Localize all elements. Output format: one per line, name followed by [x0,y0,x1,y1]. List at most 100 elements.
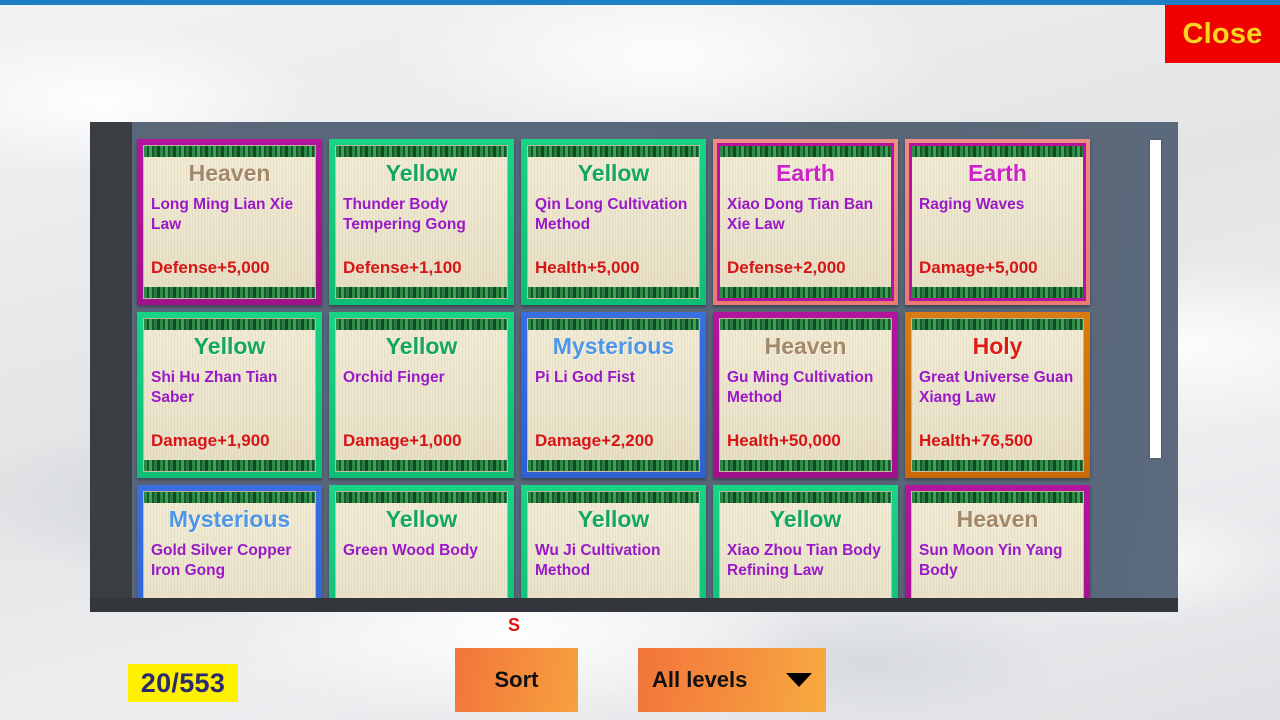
skill-card-body: Yellow Green Wood Body [335,491,508,612]
skill-card[interactable]: Heaven Gu Ming Cultivation Method Health+5… [713,312,898,478]
chevron-down-icon [786,673,812,687]
ornament-band-bottom [720,460,891,471]
skill-card-rarity: Yellow [577,160,650,186]
skill-card-stat: Damage+1,900 [151,431,270,450]
skill-card-rarity: Earth [776,160,835,186]
skill-card-grid: Heaven Long Ming Lian Xie Law Defense+5,00… [137,139,1137,612]
skill-card-body: Yellow Wu Ji Cultivation Method [527,491,700,612]
skill-card-rarity: Heaven [956,506,1039,532]
skill-card-body: Earth Xiao Dong Tian Ban Xie Law Defense+2… [717,143,894,301]
ornament-band-top [336,492,507,503]
ornament-band-top [720,319,891,330]
ornament-band-bottom [528,287,699,298]
panel-bottom-edge [90,598,1178,612]
skill-card-body: Mysterious Pi Li God Fist Damage+2,200 [527,318,700,472]
sort-button[interactable]: Sort [455,648,578,712]
ornament-band-bottom [720,287,891,298]
skill-card-rarity: Mysterious [168,506,291,532]
level-filter-value: All levels [652,667,748,692]
sort-indicator-label: S [508,615,521,635]
skill-card-rarity: Earth [968,160,1027,186]
skill-card-slot: Yellow Thunder Body Tempering Gong Defense… [329,139,521,312]
close-button-label: Close [1182,17,1263,50]
ornament-band-bottom [336,460,507,471]
ornament-band-bottom [912,460,1083,471]
ornament-band-top [528,492,699,503]
skill-card-body: Holy Great Universe Guan Xiang Law Health+… [911,318,1084,472]
skill-card-slot: Yellow Qin Long Cultivation Method Health+… [521,139,713,312]
skill-card-name: Great Universe Guan Xiang Law [919,369,1074,406]
skill-card-slot: Mysterious Pi Li God Fist Damage+2,200 [521,312,713,485]
skill-card-stat: Damage+2,200 [535,431,654,450]
skill-card[interactable]: Yellow Qin Long Cultivation Method Health+… [521,139,706,305]
skill-card-rarity: Heaven [188,160,271,186]
skill-card[interactable]: Holy Great Universe Guan Xiang Law Health+… [905,312,1090,478]
skill-card-body: Yellow Thunder Body Tempering Gong Defense… [335,145,508,299]
skill-card-body: Yellow Qin Long Cultivation Method Health+… [527,145,700,299]
skill-card[interactable]: Yellow Green Wood Body [329,485,514,612]
skill-card-body: Heaven Gu Ming Cultivation Method Health+5… [719,318,892,472]
sort-button-label: Sort [494,667,539,692]
skill-card-slot: Yellow Shi Hu Zhan Tian Saber Damage+1,900 [137,312,329,485]
top-title-bar [0,0,1280,5]
ornament-band-top [144,492,315,503]
skill-card[interactable]: Yellow Shi Hu Zhan Tian Saber Damage+1,900 [137,312,322,478]
vertical-scrollbar-thumb[interactable] [1150,140,1161,458]
ornament-band-top [720,492,891,503]
skill-card-stat: Defense+2,000 [727,258,846,277]
ornament-band-top [912,146,1083,157]
ornament-band-top [912,492,1083,503]
skill-card[interactable]: Earth Xiao Dong Tian Ban Xie Law Defense+2… [713,139,898,305]
ornament-band-bottom [144,287,315,298]
skill-card-name: Shi Hu Zhan Tian Saber [151,369,278,406]
skill-card[interactable]: Yellow Xiao Zhou Tian Body Refining Law [713,485,898,612]
skill-card-name: Raging Waves [919,196,1025,214]
skill-card-name: Gu Ming Cultivation Method [727,369,874,406]
skill-card-stat: Health+76,500 [919,431,1033,450]
skill-card-name: Wu Ji Cultivation Method [535,542,661,579]
ornament-band-top [144,146,315,157]
item-count-label: 20/553 [140,667,226,698]
ornament-band-bottom [528,460,699,471]
skill-card-slot: Earth Xiao Dong Tian Ban Xie Law Defense+2… [713,139,905,312]
skill-card-name: Xiao Dong Tian Ban Xie Law [727,196,874,233]
ornament-band-top [144,319,315,330]
ornament-band-bottom [144,460,315,471]
skill-card[interactable]: Mysterious Gold Silver Copper Iron Gong [137,485,322,612]
skill-card-name: Green Wood Body [343,542,478,560]
skill-card[interactable]: Yellow Thunder Body Tempering Gong Defense… [329,139,514,305]
skill-card-rarity: Yellow [385,333,458,359]
skill-card-stat: Health+50,000 [727,431,841,450]
skill-card-stat: Defense+1,100 [343,258,462,277]
skill-card-stat: Defense+5,000 [151,258,270,277]
skill-card-name: Xiao Zhou Tian Body Refining Law [727,542,881,579]
skill-card-slot: Yellow Orchid Finger Damage+1,000 [329,312,521,485]
skill-card[interactable]: Heaven Sun Moon Yin Yang Body [905,485,1090,612]
skill-card-body: Heaven Sun Moon Yin Yang Body [911,491,1084,612]
ornament-band-top [336,319,507,330]
vertical-scrollbar-track[interactable] [1148,128,1162,606]
skill-card-slot: Mysterious Gold Silver Copper Iron Gong [137,485,329,612]
ornament-band-bottom [912,287,1083,298]
skill-list-panel: Heaven Long Ming Lian Xie Law Defense+5,00… [90,122,1178,612]
skill-card-name: Pi Li God Fist [535,369,635,387]
skill-card-slot: Earth Raging Waves Damage+5,000 [905,139,1097,312]
ornament-band-top [528,146,699,157]
skill-card-rarity: Heaven [764,333,847,359]
skill-card-rarity: Yellow [577,506,650,532]
panel-left-edge [90,122,132,612]
level-filter-dropdown[interactable]: All levels [638,648,826,712]
skill-card[interactable]: Heaven Long Ming Lian Xie Law Defense+5,00… [137,139,322,305]
item-count-badge: 20/553 [128,664,238,702]
skill-card[interactable]: Earth Raging Waves Damage+5,000 [905,139,1090,305]
skill-card[interactable]: Yellow Orchid Finger Damage+1,000 [329,312,514,478]
skill-card-name: Orchid Finger [343,369,445,387]
skill-card[interactable]: Mysterious Pi Li God Fist Damage+2,200 [521,312,706,478]
skill-card-name: Qin Long Cultivation Method [535,196,688,233]
ornament-band-top [528,319,699,330]
skill-card[interactable]: Yellow Wu Ji Cultivation Method [521,485,706,612]
close-button[interactable]: Close [1165,5,1280,63]
skill-card-slot: Heaven Long Ming Lian Xie Law Defense+5,00… [137,139,329,312]
skill-card-slot: Yellow Wu Ji Cultivation Method [521,485,713,612]
skill-card-slot: Heaven Gu Ming Cultivation Method Health+5… [713,312,905,485]
